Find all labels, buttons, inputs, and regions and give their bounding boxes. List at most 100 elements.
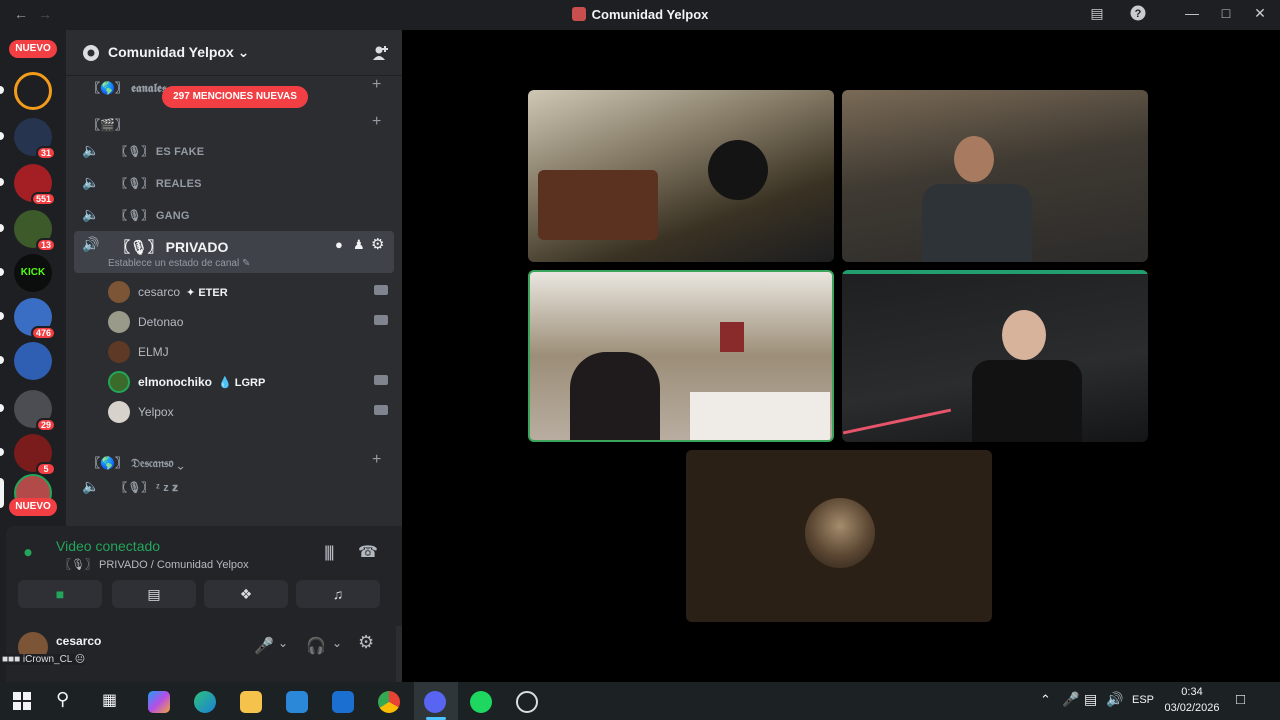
- voice-channel-es-fake[interactable]: 🔈 〖🎙〗 ES FAKE: [82, 136, 394, 164]
- title-bar: ← → Comunidad Yelpox ▤ ? — □ ✕: [0, 0, 1280, 30]
- member-name: ELMJ: [138, 345, 169, 359]
- video-tile-participant-4[interactable]: [842, 270, 1148, 442]
- edge-icon[interactable]: [194, 691, 216, 713]
- discord-taskbar-active[interactable]: [414, 682, 458, 720]
- activities-button[interactable]: ❖: [204, 580, 288, 608]
- avatar: [805, 498, 875, 568]
- unread-pill: [0, 178, 4, 186]
- maximize-icon[interactable]: □: [1214, 5, 1238, 21]
- voice-member-yelpox[interactable]: Yelpox: [108, 399, 388, 425]
- soundboard-button[interactable]: ♫: [296, 580, 380, 608]
- microphone-icon[interactable]: 🎤: [1062, 691, 1079, 708]
- voice-member-elmonochiko[interactable]: elmonochiko 💧 LGRP: [108, 369, 388, 395]
- mention-badge: 551: [30, 192, 56, 206]
- unread-pill: [0, 404, 4, 412]
- task-view-icon[interactable]: ▦: [102, 690, 117, 710]
- invite-people-icon[interactable]: [371, 44, 389, 67]
- video-icon: [374, 375, 388, 385]
- connection-signal-icon[interactable]: ⦁: [24, 544, 32, 562]
- mention-badge: 31: [35, 146, 56, 160]
- file-explorer-icon[interactable]: [240, 691, 262, 713]
- language-indicator[interactable]: ESP: [1132, 694, 1154, 706]
- create-channel-icon[interactable]: +: [372, 113, 381, 131]
- kick-server-icon[interactable]: KICK: [14, 254, 52, 292]
- unread-pill: [0, 312, 4, 320]
- mention-badge: 29: [35, 418, 56, 432]
- server-c-icon[interactable]: [14, 72, 52, 110]
- video-tile-participant-1[interactable]: [528, 90, 834, 262]
- invite-icon[interactable]: ♟: [353, 237, 365, 253]
- member-name: Detonao: [138, 315, 184, 329]
- disconnect-icon[interactable]: ☎: [358, 542, 378, 562]
- voice-member-cesarco[interactable]: cesarco ✦ ETER: [108, 279, 388, 305]
- server-icon[interactable]: [14, 342, 52, 380]
- inbox-icon[interactable]: ▤: [1085, 5, 1109, 22]
- chat-icon[interactable]: ●: [335, 237, 343, 252]
- server-icon[interactable]: 31: [14, 118, 56, 160]
- copilot-icon[interactable]: [148, 691, 170, 713]
- app-icon[interactable]: [516, 691, 538, 713]
- network-icon[interactable]: ▤: [1084, 691, 1097, 708]
- username[interactable]: cesarco: [56, 634, 101, 648]
- microphone-icon[interactable]: 🎤: [254, 636, 274, 656]
- create-channel-icon[interactable]: +: [372, 451, 381, 469]
- server-icon[interactable]: 29: [14, 390, 56, 432]
- voice-channel-gang[interactable]: 🔈 〖🎙〗 GANG: [82, 200, 394, 228]
- server-icon[interactable]: 5: [14, 434, 56, 476]
- avatar: [108, 281, 130, 303]
- chevron-down-icon[interactable]: ⌄: [332, 636, 342, 650]
- voice-channel-reales[interactable]: 🔈 〖🎙〗 REALES: [82, 168, 394, 196]
- notifications-icon[interactable]: □: [1236, 691, 1245, 708]
- voice-channel-zzz[interactable]: 🔈 〖🎙〗 ᶻ z 𝐳: [82, 472, 394, 500]
- video-tile-participant-2[interactable]: [842, 90, 1148, 262]
- voice-channel-privado[interactable]: 🔊 〖🎙〗 PRIVADO Establece un estado de can…: [74, 231, 394, 273]
- search-icon[interactable]: ⚲: [56, 689, 69, 710]
- server-icon[interactable]: 476: [14, 298, 56, 340]
- unread-pill: [0, 268, 4, 276]
- mention-badge: 476: [30, 326, 56, 340]
- user-settings-gear-icon[interactable]: ⚙: [358, 632, 374, 653]
- video-tile-participant-5-avatar[interactable]: [686, 450, 992, 622]
- server-settings-icon: [82, 44, 100, 67]
- chrome-icon[interactable]: [378, 691, 400, 713]
- new-badge: NUEVO: [9, 498, 57, 516]
- video-tile-participant-3-speaking[interactable]: [528, 270, 834, 442]
- store-icon[interactable]: [286, 691, 308, 713]
- screen-share-button[interactable]: ▤: [112, 580, 196, 608]
- chevron-down-icon[interactable]: ⌄: [278, 636, 288, 650]
- server-header[interactable]: Comunidad Yelpox ⌄: [66, 30, 402, 76]
- windows-start-icon[interactable]: [12, 691, 32, 716]
- voice-status[interactable]: Video conectado: [56, 538, 160, 554]
- category-media[interactable]: 〖🎬〗: [88, 116, 127, 133]
- new-mentions-banner[interactable]: 297 MENCIONES NUEVAS: [162, 86, 308, 108]
- voice-member-elmj[interactable]: ELMJ: [108, 339, 388, 365]
- chevron-up-icon[interactable]: ⌃: [1040, 692, 1051, 708]
- unread-pill: [0, 86, 4, 94]
- clock-date[interactable]: 03/02/2026: [1160, 702, 1224, 714]
- volume-icon[interactable]: 🔊: [1106, 691, 1123, 708]
- voice-location[interactable]: 〖🎙〗 PRIVADO / Comunidad Yelpox: [60, 556, 249, 572]
- gear-icon[interactable]: ⚙: [371, 235, 384, 253]
- voice-member-detonao[interactable]: Detonao: [108, 309, 388, 335]
- clock-time[interactable]: 0:34: [1166, 686, 1218, 698]
- video-stage: [402, 30, 1280, 682]
- category-canales[interactable]: 〖🌎〗 𝖊𝖆𝖓𝖆𝖑𝖊𝖘: [88, 79, 167, 96]
- server-icon: [571, 7, 586, 21]
- headphones-icon[interactable]: 🎧: [306, 636, 326, 656]
- help-icon[interactable]: ?: [1126, 5, 1150, 24]
- server-icon[interactable]: 551: [14, 164, 56, 206]
- member-name: elmonochiko 💧 LGRP: [138, 375, 266, 389]
- minimize-icon[interactable]: —: [1180, 5, 1204, 21]
- noise-suppression-icon[interactable]: ||||: [324, 544, 335, 562]
- server-icon[interactable]: 13: [14, 210, 56, 252]
- outlook-icon[interactable]: [332, 691, 354, 713]
- create-channel-icon[interactable]: +: [372, 76, 381, 94]
- avatar: [108, 311, 130, 333]
- category-descanso[interactable]: 〖🌎〗 𝔇𝔢𝔰𝔠𝔞𝔫𝔰𝔬 ⌄: [88, 454, 183, 471]
- close-icon[interactable]: ✕: [1248, 5, 1272, 22]
- mention-badge: 5: [36, 462, 56, 476]
- camera-button[interactable]: ■: [18, 580, 102, 608]
- channel-status-prompt[interactable]: Establece un estado de canal ✎: [108, 258, 250, 269]
- member-name: Yelpox: [138, 405, 174, 419]
- spotify-icon[interactable]: [470, 691, 492, 713]
